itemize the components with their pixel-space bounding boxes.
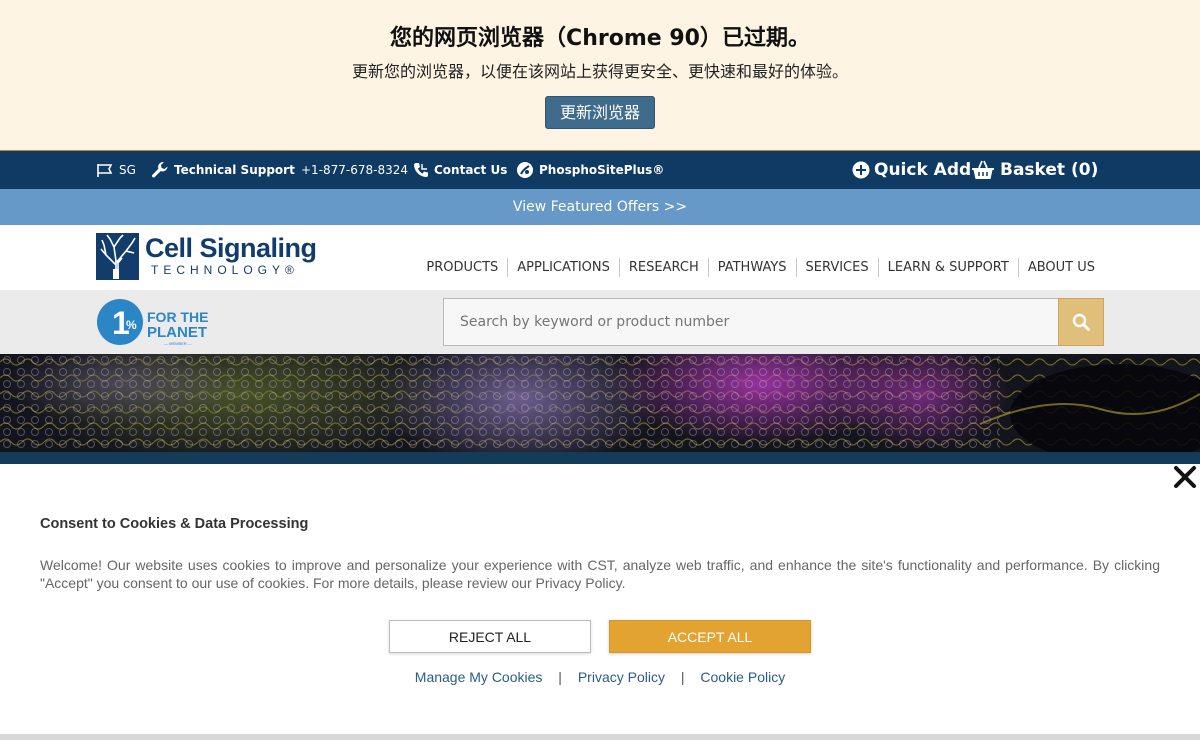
phosphositeplus-link[interactable]: PhosphoSitePlus® bbox=[516, 151, 664, 189]
search-band: 1 % FOR THE PLANET — MEMBER — bbox=[0, 290, 1200, 354]
banner-title: 您的网页浏览器（Chrome 90）已过期。 bbox=[390, 26, 810, 51]
cookie-consent-dialog: Consent to Cookies & Data Processing Wel… bbox=[0, 464, 1200, 740]
nav-services[interactable]: SERVICES bbox=[795, 258, 878, 277]
nav-applications[interactable]: APPLICATIONS bbox=[507, 258, 619, 277]
phosphositeplus-label: PhosphoSitePlus® bbox=[539, 163, 665, 177]
nav-learn-support[interactable]: LEARN & SUPPORT bbox=[877, 258, 1018, 277]
cst-logo[interactable]: Cell Signaling TECHNOLOGY® bbox=[96, 233, 317, 280]
manage-cookies-link[interactable]: Manage My Cookies bbox=[415, 669, 543, 685]
outdated-browser-banner: 您的网页浏览器（Chrome 90）已过期。 更新您的浏览器，以便在该网站上获得… bbox=[0, 0, 1200, 150]
nav-pathways[interactable]: PATHWAYS bbox=[707, 258, 796, 277]
basket-icon bbox=[972, 160, 994, 179]
planet-percent: % bbox=[126, 318, 137, 332]
quick-add-label: Quick Add bbox=[874, 160, 972, 180]
tree-logo-icon bbox=[96, 233, 139, 280]
link-separator: | bbox=[558, 669, 562, 685]
search-button[interactable] bbox=[1058, 298, 1104, 346]
hero-banner-image bbox=[0, 354, 1200, 452]
featured-offers-link[interactable]: View Featured Offers >> bbox=[0, 189, 1200, 225]
planet-line3: — MEMBER — bbox=[164, 341, 192, 346]
contact-us-link[interactable]: Contact Us bbox=[413, 151, 507, 189]
update-browser-button[interactable]: 更新浏览器 bbox=[545, 96, 655, 129]
phone-icon bbox=[414, 163, 428, 177]
banner-subtitle: 更新您的浏览器，以便在该网站上获得更安全、更快速和最好的体验。 bbox=[351, 62, 848, 81]
search-input[interactable] bbox=[443, 298, 1059, 346]
logo-subtitle: TECHNOLOGY® bbox=[151, 263, 299, 277]
flag-icon bbox=[97, 164, 113, 177]
hero-bottom-strip bbox=[0, 452, 1200, 464]
nav-research[interactable]: RESEARCH bbox=[618, 258, 708, 277]
technical-support-link[interactable]: Technical Support bbox=[151, 151, 295, 189]
planet-line2: PLANET bbox=[147, 324, 207, 341]
cookie-policy-link[interactable]: Cookie Policy bbox=[700, 669, 785, 685]
quick-add-button[interactable]: Quick Add bbox=[852, 151, 971, 189]
utility-bar: SG Technical Support +1-877-678-8324 Con… bbox=[0, 150, 1200, 189]
site-header: Cell Signaling TECHNOLOGY® PRODUCTS APPL… bbox=[0, 225, 1200, 290]
region-selector[interactable]: SG bbox=[96, 151, 136, 189]
cookie-title: Consent to Cookies & Data Processing bbox=[40, 516, 309, 532]
planet-line1: FOR THE bbox=[147, 309, 208, 325]
contact-us-label: Contact Us bbox=[434, 163, 508, 177]
cookie-description: Welcome! Our website uses cookies to imp… bbox=[40, 557, 1160, 591]
main-nav: PRODUCTS APPLICATIONS RESEARCH PATHWAYS … bbox=[417, 258, 1104, 277]
privacy-policy-link[interactable]: Privacy Policy bbox=[578, 669, 665, 685]
link-separator: | bbox=[680, 669, 685, 685]
nav-about-us[interactable]: ABOUT US bbox=[1017, 258, 1104, 277]
phosphosite-icon bbox=[517, 162, 533, 178]
nav-products[interactable]: PRODUCTS bbox=[417, 258, 507, 277]
close-icon bbox=[1174, 466, 1196, 488]
wrench-icon bbox=[152, 162, 168, 178]
accept-all-button[interactable]: ACCEPT ALL bbox=[609, 620, 811, 653]
reject-all-button[interactable]: REJECT ALL bbox=[389, 620, 591, 653]
close-cookie-button[interactable] bbox=[1172, 464, 1198, 490]
basket-button[interactable]: Basket (0) bbox=[971, 151, 1098, 189]
plus-circle-icon bbox=[852, 161, 870, 179]
region-label: SG bbox=[119, 163, 136, 177]
phone-number-link[interactable]: +1-877-678-8324 bbox=[301, 151, 408, 189]
basket-label: Basket (0) bbox=[1000, 160, 1099, 180]
search-icon bbox=[1072, 313, 1090, 331]
phone-number-label: +1-877-678-8324 bbox=[301, 163, 409, 177]
cookie-links: Manage My Cookies | Privacy Policy | Coo… bbox=[0, 669, 1200, 685]
logo-wordmark: Cell Signaling bbox=[145, 233, 317, 263]
one-percent-planet-logo[interactable]: 1 % FOR THE PLANET — MEMBER — bbox=[96, 297, 216, 347]
technical-support-label: Technical Support bbox=[174, 163, 295, 177]
